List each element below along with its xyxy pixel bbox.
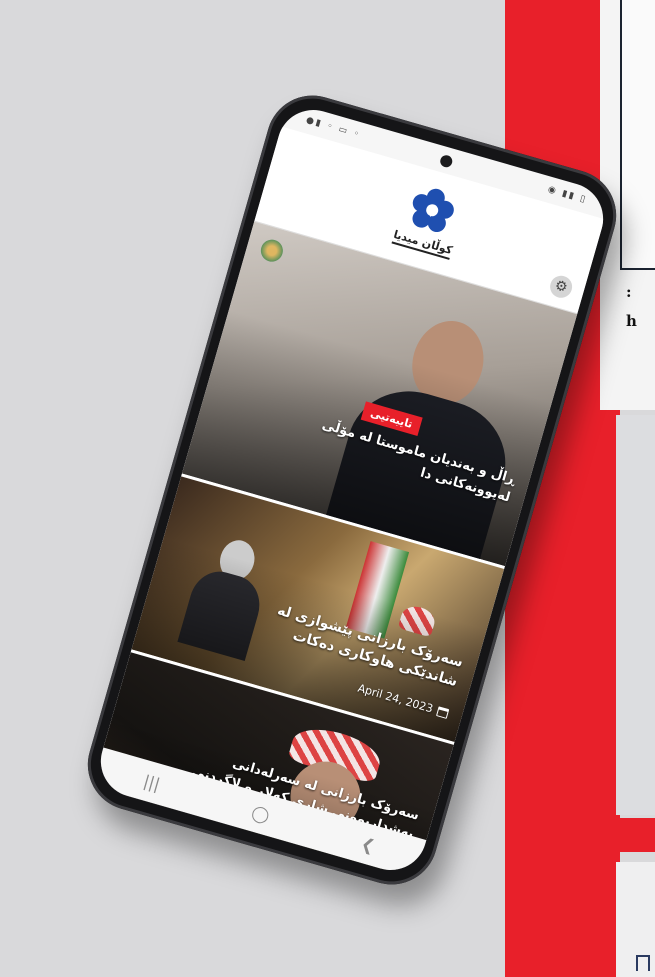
settings-button[interactable]: ⚙ (547, 273, 575, 301)
gear-icon: ⚙ (552, 277, 570, 297)
background-red-bar (560, 818, 655, 852)
date-text: April 24, 2023 (303, 867, 381, 878)
home-button[interactable]: ◯ (249, 802, 271, 825)
background-text-fragment: : (626, 283, 632, 301)
background-lower-panel (616, 415, 655, 815)
back-button[interactable]: ❮ (359, 833, 377, 855)
status-icons-right: ◉ ▮▮ ▯ (546, 184, 589, 206)
app-logo-icon[interactable] (404, 182, 461, 239)
recents-button[interactable]: ||| (141, 771, 162, 794)
background-frame (620, 0, 655, 270)
background-text-fragment: h (626, 312, 637, 330)
background-checkbox-frag (636, 955, 650, 971)
